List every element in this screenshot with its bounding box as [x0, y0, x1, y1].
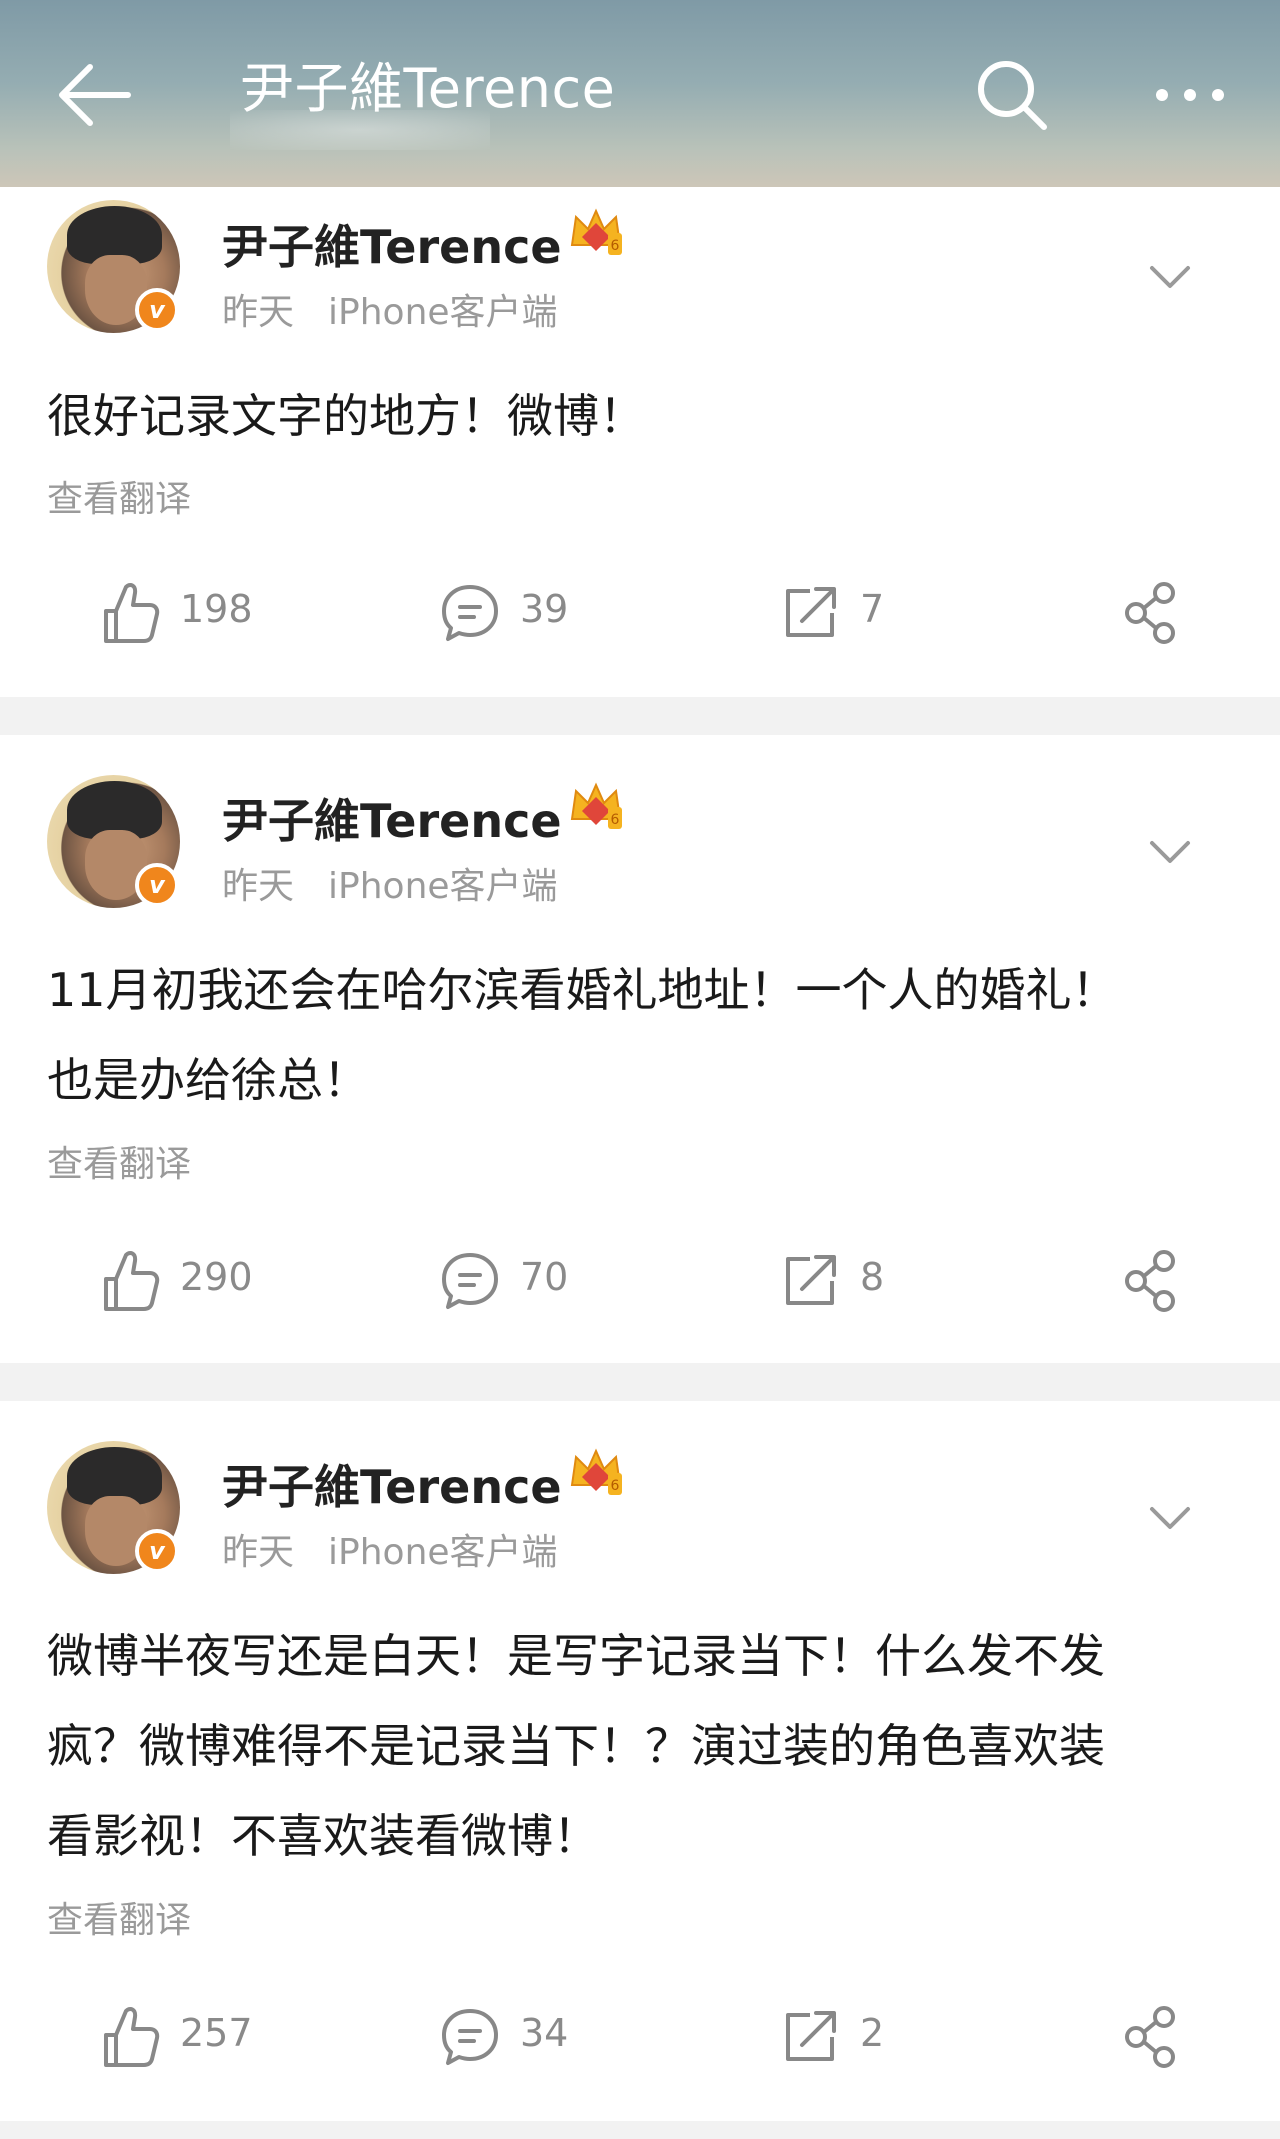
- search-icon: [978, 61, 1047, 130]
- avatar[interactable]: v: [47, 775, 180, 908]
- share-icon: [1125, 582, 1175, 644]
- post-text: 微博半夜写还是白天！是写字记录当下！什么发不发 疯？微博难得不是记录当下！？演过…: [47, 1611, 1237, 1881]
- post-time: 昨天: [222, 1532, 295, 1573]
- comment-icon: [442, 2009, 498, 2065]
- post-menu-button[interactable]: [1140, 827, 1200, 877]
- post-text-line: 微博半夜写还是白天！是写字记录当下！什么发不发: [47, 1629, 1105, 1683]
- post-meta: 昨天 iPhone客户端: [222, 1523, 558, 1575]
- arrow-left-icon: [59, 64, 131, 126]
- repost-count: 2: [860, 2011, 885, 2055]
- comment-count: 39: [520, 587, 569, 631]
- page-title: 尹子維Terence: [240, 57, 616, 120]
- svg-text:6: 6: [611, 1478, 620, 1494]
- share-button[interactable]: [1120, 2001, 1180, 2071]
- repost-icon: [786, 1255, 836, 1305]
- svg-text:6: 6: [611, 238, 620, 254]
- verified-badge-icon: v: [135, 863, 179, 907]
- search-button[interactable]: [972, 55, 1052, 135]
- like-count: 257: [180, 2011, 253, 2055]
- crown-badge-icon[interactable]: 6: [568, 1447, 624, 1499]
- repost-button[interactable]: 7: [780, 577, 930, 647]
- post-text-line: 疯？微博难得不是记录当下！？演过装的角色喜欢装: [47, 1719, 1105, 1773]
- view-translation-link[interactable]: 查看翻译: [47, 1135, 191, 1187]
- post-source: iPhone客户端: [328, 1532, 558, 1573]
- avatar[interactable]: v: [47, 200, 180, 333]
- verified-badge-icon: v: [135, 288, 179, 332]
- like-button[interactable]: 290: [100, 1245, 270, 1315]
- like-count: 290: [180, 1255, 253, 1299]
- back-button[interactable]: [50, 55, 140, 135]
- repost-icon: [786, 587, 836, 637]
- username[interactable]: 尹子維Terence: [222, 211, 562, 277]
- chevron-down-icon: [1150, 841, 1190, 863]
- verified-badge-icon: v: [135, 1529, 179, 1573]
- repost-icon: [786, 2011, 836, 2061]
- post-text-line: 11月初我还会在哈尔滨看婚礼地址！一个人的婚礼！: [47, 963, 1118, 1017]
- post-text-line: 很好记录文字的地方！微博！: [47, 389, 645, 443]
- repost-count: 7: [860, 587, 885, 631]
- post-meta: 昨天 iPhone客户端: [222, 857, 558, 909]
- chevron-down-icon: [1150, 266, 1190, 288]
- share-icon: [1125, 1250, 1175, 1312]
- comment-count: 34: [520, 2011, 569, 2055]
- more-options-button[interactable]: [1150, 60, 1230, 130]
- chevron-down-icon: [1150, 1507, 1190, 1529]
- share-button[interactable]: [1120, 1245, 1180, 1315]
- repost-button[interactable]: 2: [780, 2001, 930, 2071]
- like-count: 198: [180, 587, 253, 631]
- username[interactable]: 尹子維Terence: [222, 785, 562, 851]
- thumbs-up-icon: [104, 1251, 160, 1311]
- avatar[interactable]: v: [47, 1441, 180, 1574]
- post-menu-button[interactable]: [1140, 252, 1200, 302]
- like-button[interactable]: 257: [100, 2001, 270, 2071]
- post-meta: 昨天 iPhone客户端: [222, 283, 558, 335]
- repost-button[interactable]: 8: [780, 1245, 930, 1315]
- thumbs-up-icon: [104, 583, 160, 643]
- post-text: 很好记录文字的地方！微博！: [47, 371, 1237, 461]
- post-text: 11月初我还会在哈尔滨看婚礼地址！一个人的婚礼！ 也是办给徐总！: [47, 945, 1237, 1125]
- share-button[interactable]: [1120, 577, 1180, 647]
- svg-text:6: 6: [611, 812, 620, 828]
- post-card: v 尹子維Terence 6 昨天 iPhone客户端 微博半夜写还是白天！是写字…: [0, 1401, 1280, 2121]
- top-nav-bar: 尹子維Terence: [0, 0, 1280, 187]
- view-translation-link[interactable]: 查看翻译: [47, 470, 191, 522]
- post-text-line: 也是办给徐总！: [47, 1053, 369, 1107]
- post-menu-button[interactable]: [1140, 1493, 1200, 1543]
- username[interactable]: 尹子維Terence: [222, 1451, 562, 1517]
- thumbs-up-icon: [104, 2007, 160, 2067]
- crown-badge-icon[interactable]: 6: [568, 207, 624, 259]
- post-card: v 尹子維Terence 6 昨天 iPhone客户端 很好记录文字的地方！微博！…: [0, 187, 1280, 697]
- comment-button[interactable]: 34: [440, 2001, 610, 2071]
- post-time: 昨天: [222, 866, 295, 907]
- post-source: iPhone客户端: [328, 292, 558, 333]
- repost-count: 8: [860, 1255, 885, 1299]
- comment-icon: [442, 585, 498, 641]
- more-dots-icon: [1156, 89, 1224, 101]
- comment-count: 70: [520, 1255, 569, 1299]
- comment-button[interactable]: 70: [440, 1245, 610, 1315]
- crown-badge-icon[interactable]: 6: [568, 781, 624, 833]
- post-card: v 尹子維Terence 6 昨天 iPhone客户端 11月初我还会在哈尔滨看婚…: [0, 735, 1280, 1363]
- post-time: 昨天: [222, 292, 295, 333]
- post-text-line: 看影视！不喜欢装看微博！: [47, 1809, 599, 1863]
- share-icon: [1125, 2006, 1175, 2068]
- comment-button[interactable]: 39: [440, 577, 610, 647]
- post-source: iPhone客户端: [328, 866, 558, 907]
- comment-icon: [442, 1253, 498, 1309]
- view-translation-link[interactable]: 查看翻译: [47, 1891, 191, 1943]
- like-button[interactable]: 198: [100, 577, 270, 647]
